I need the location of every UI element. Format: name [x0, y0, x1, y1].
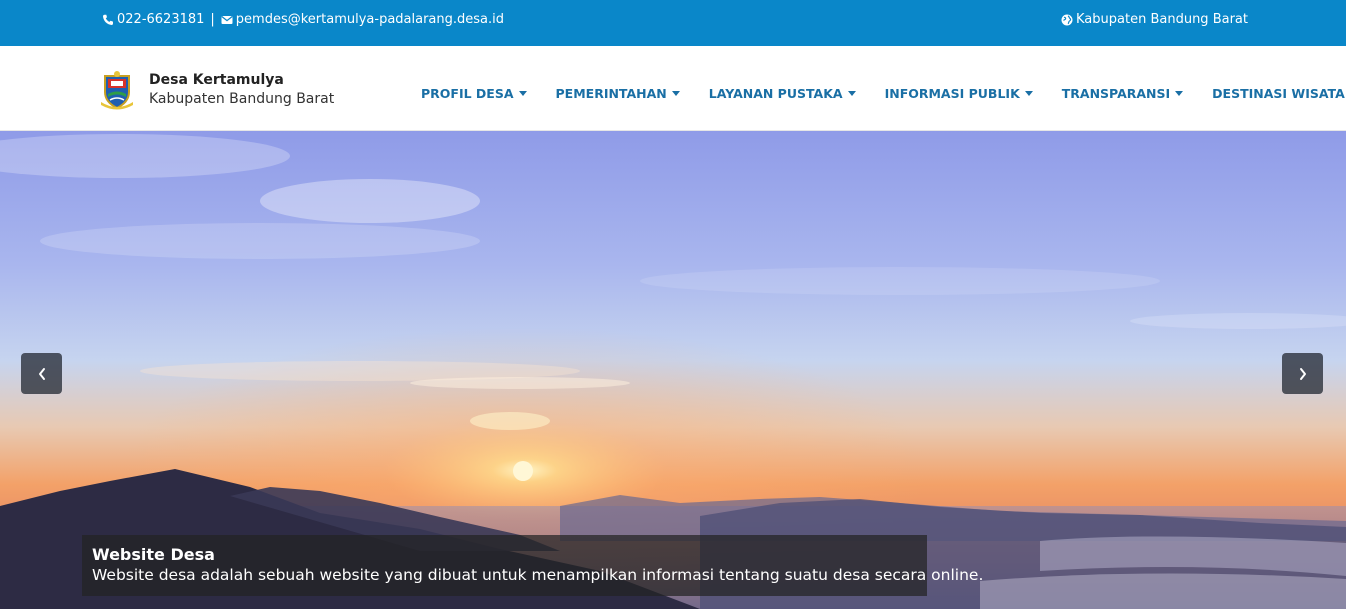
hero-carousel: Website Desa Website desa adalah sebuah … [0, 131, 1346, 609]
phone-number[interactable]: 022-6623181 [117, 12, 204, 27]
nav-label: DESTINASI WISATA [1212, 86, 1345, 101]
site-header: Desa Kertamulya Kabupaten Bandung Barat … [0, 46, 1346, 131]
village-emblem-icon [101, 71, 133, 110]
nav-transparansi[interactable]: TRANSPARANSI [1061, 86, 1184, 101]
top-contact-bar: 022-6623181 | pemdes@kertamulya-padalara… [0, 0, 1346, 46]
globe-icon [1061, 14, 1073, 25]
phone-icon [103, 14, 113, 25]
caret-down-icon [1175, 91, 1184, 96]
carousel-next-button[interactable] [1282, 353, 1323, 394]
nav-pemerintahan[interactable]: PEMERINTAHAN [556, 86, 680, 101]
nav-label: PROFIL DESA [421, 86, 514, 101]
region-info: Kabupaten Bandung Barat [1061, 12, 1248, 27]
nav-label: PEMERINTAHAN [555, 86, 667, 101]
carousel-prev-button[interactable] [21, 353, 62, 394]
caret-down-icon [1024, 91, 1033, 96]
contact-separator: | [210, 12, 215, 27]
nav-label: TRANSPARANSI [1061, 86, 1171, 101]
chevron-left-icon [38, 367, 45, 380]
caret-down-icon [671, 91, 680, 96]
nav-layanan-pustaka[interactable]: LAYANAN PUSTAKA [709, 86, 856, 101]
caption-text: Website desa adalah sebuah website yang … [92, 566, 984, 584]
nav-profil-desa[interactable]: PROFIL DESA [421, 86, 527, 101]
nav-label: INFORMASI PUBLIK [884, 86, 1020, 101]
region-label[interactable]: Kabupaten Bandung Barat [1076, 12, 1248, 27]
nav-label: LAYANAN PUSTAKA [708, 86, 843, 101]
carousel-caption: Website Desa Website desa adalah sebuah … [82, 535, 984, 596]
main-nav: PROFIL DESA PEMERINTAHAN LAYANAN PUSTAKA… [421, 86, 1345, 101]
chevron-right-icon [1299, 367, 1306, 380]
nav-informasi-publik[interactable]: INFORMASI PUBLIK [885, 86, 1033, 101]
site-subtitle: Kabupaten Bandung Barat [149, 91, 335, 107]
caret-down-icon [518, 91, 527, 96]
envelope-icon [221, 15, 233, 24]
nav-destinasi-wisata[interactable]: DESTINASI WISATA [1212, 86, 1345, 101]
caption-title: Website Desa [92, 545, 215, 564]
contact-info: 022-6623181 | pemdes@kertamulya-padalara… [102, 12, 504, 27]
email-address[interactable]: pemdes@kertamulya-padalarang.desa.id [236, 12, 504, 27]
brand[interactable]: Desa Kertamulya Kabupaten Bandung Barat [99, 70, 334, 110]
caret-down-icon [847, 91, 856, 96]
site-name: Desa Kertamulya [149, 72, 284, 88]
